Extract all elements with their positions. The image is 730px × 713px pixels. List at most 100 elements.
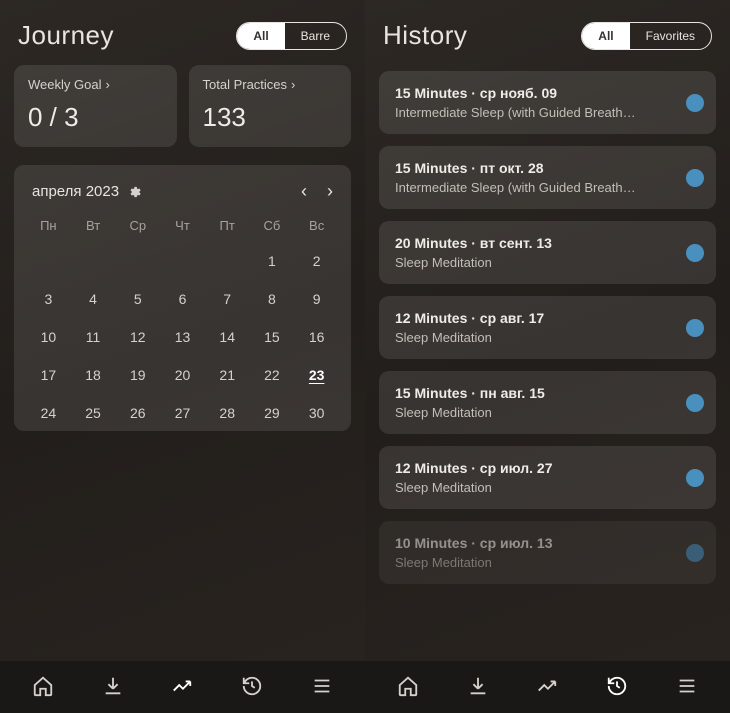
history-segment-all[interactable]: All [582,23,629,49]
calendar-day[interactable]: 2 [294,251,339,271]
calendar-day[interactable]: 21 [205,365,250,385]
history-item[interactable]: 20 Minutes · вт сент. 13 Sleep Meditation [379,221,716,284]
calendar-day[interactable]: 15 [250,327,295,347]
calendar-day[interactable]: 10 [26,327,71,347]
calendar-day[interactable]: 30 [294,403,339,423]
download-badge-icon[interactable] [686,244,704,262]
history-navbar [365,661,730,713]
journey-segment-all[interactable]: All [237,23,284,49]
download-badge-icon[interactable] [686,94,704,112]
calendar-day[interactable]: 19 [115,365,160,385]
nav-history-button[interactable] [600,669,634,706]
journey-segment-barre[interactable]: Barre [285,23,346,49]
calendar-day[interactable]: 16 [294,327,339,347]
journey-navbar [0,661,365,713]
calendar-day[interactable]: 3 [26,289,71,309]
download-badge-icon[interactable] [686,544,704,562]
history-item[interactable]: 10 Minutes · ср июл. 13Sleep Meditation [379,521,716,584]
menu-icon [311,675,333,697]
calendar-day[interactable]: 28 [205,403,250,423]
nav-trends-button[interactable] [165,669,199,706]
calendar-day[interactable]: 6 [160,289,205,309]
nav-home-button[interactable] [391,669,425,706]
calendar-day[interactable]: 11 [71,327,116,347]
journey-segment-control: All Barre [236,22,347,50]
calendar-day[interactable]: 4 [71,289,116,309]
calendar-day[interactable]: 23 [294,365,339,385]
calendar-month-label: апреля 2023 [32,183,119,200]
download-badge-icon[interactable] [686,169,704,187]
calendar-day[interactable]: 25 [71,403,116,423]
history-item-subtitle: Sleep Meditation [395,255,674,270]
calendar-day[interactable]: 7 [205,289,250,309]
calendar-prev-button[interactable]: ‹ [301,181,307,202]
history-screen: History All Favorites 15 Minutes · ср но… [365,0,730,713]
journey-header: Journey All Barre [0,0,365,65]
weekly-goal-label: Weekly Goal [28,77,101,92]
history-item[interactable]: 15 Minutes · пн авг. 15 Sleep Meditation [379,371,716,434]
calendar-day[interactable]: 24 [26,403,71,423]
calendar-dow: Вс [294,218,339,233]
calendar-day[interactable]: 14 [205,327,250,347]
calendar-day[interactable]: 18 [71,365,116,385]
history-item-title: 20 Minutes · вт сент. 13 [395,235,674,251]
history-item-title: 12 Minutes · ср авг. 17 [395,310,674,326]
calendar-day[interactable]: 5 [115,289,160,309]
calendar-day[interactable]: 29 [250,403,295,423]
calendar-day[interactable]: 13 [160,327,205,347]
calendar-day[interactable]: 20 [160,365,205,385]
history-item[interactable]: 12 Minutes · ср июл. 27Sleep Meditation [379,446,716,509]
weekly-goal-card[interactable]: Weekly Goal › 0 / 3 [14,65,177,147]
download-badge-icon[interactable] [686,319,704,337]
calendar-day[interactable]: 12 [115,327,160,347]
history-title: History [383,20,467,51]
download-icon [102,675,124,697]
history-item-subtitle: Sleep Meditation [395,405,674,420]
stats-row: Weekly Goal › 0 / 3 Total Practices › 13… [14,65,351,147]
journey-content: Weekly Goal › 0 / 3 Total Practices › 13… [0,65,365,661]
total-practices-label-row: Total Practices › [203,77,338,92]
history-item-subtitle: Sleep Meditation [395,480,674,495]
calendar-day[interactable]: 8 [250,289,295,309]
calendar-day[interactable]: 17 [26,365,71,385]
calendar-day[interactable]: 1 [250,251,295,271]
calendar-day[interactable]: 22 [250,365,295,385]
home-icon [32,675,54,697]
history-icon [241,675,263,697]
nav-trends-button[interactable] [530,669,564,706]
history-item[interactable]: 15 Minutes · пт окт. 28Intermediate Slee… [379,146,716,209]
chevron-right-icon: › [105,77,109,92]
history-item-title: 15 Minutes · ср нояб. 09 [395,85,674,101]
nav-home-button[interactable] [26,669,60,706]
nav-menu-button[interactable] [670,669,704,706]
download-badge-icon[interactable] [686,394,704,412]
total-practices-label: Total Practices [203,77,288,92]
nav-history-button[interactable] [235,669,269,706]
calendar-next-button[interactable]: › [327,181,333,202]
trends-icon [536,675,558,697]
history-segment-control: All Favorites [581,22,712,50]
journey-screen: Journey All Barre Weekly Goal › 0 / 3 To… [0,0,365,713]
calendar-nav: ‹ › [301,181,333,202]
calendar-day[interactable]: 27 [160,403,205,423]
nav-download-button[interactable] [96,669,130,706]
calendar-day[interactable]: 9 [294,289,339,309]
history-header: History All Favorites [365,0,730,65]
trends-icon [171,675,193,697]
calendar-dow: Чт [160,218,205,233]
calendar-day[interactable]: 26 [115,403,160,423]
calendar-month-wrap[interactable]: апреля 2023 [32,183,141,200]
history-item-title: 15 Minutes · пт окт. 28 [395,160,674,176]
nav-menu-button[interactable] [305,669,339,706]
history-segment-favorites[interactable]: Favorites [630,23,711,49]
total-practices-card[interactable]: Total Practices › 133 [189,65,352,147]
download-badge-icon[interactable] [686,469,704,487]
weekly-goal-value: 0 / 3 [28,102,163,133]
nav-download-button[interactable] [461,669,495,706]
history-item[interactable]: 15 Minutes · ср нояб. 09Intermediate Sle… [379,71,716,134]
history-item-title: 15 Minutes · пн авг. 15 [395,385,674,401]
calendar-dow: Ср [115,218,160,233]
calendar-dow: Сб [250,218,295,233]
home-icon [397,675,419,697]
history-item[interactable]: 12 Minutes · ср авг. 17Sleep Meditation [379,296,716,359]
